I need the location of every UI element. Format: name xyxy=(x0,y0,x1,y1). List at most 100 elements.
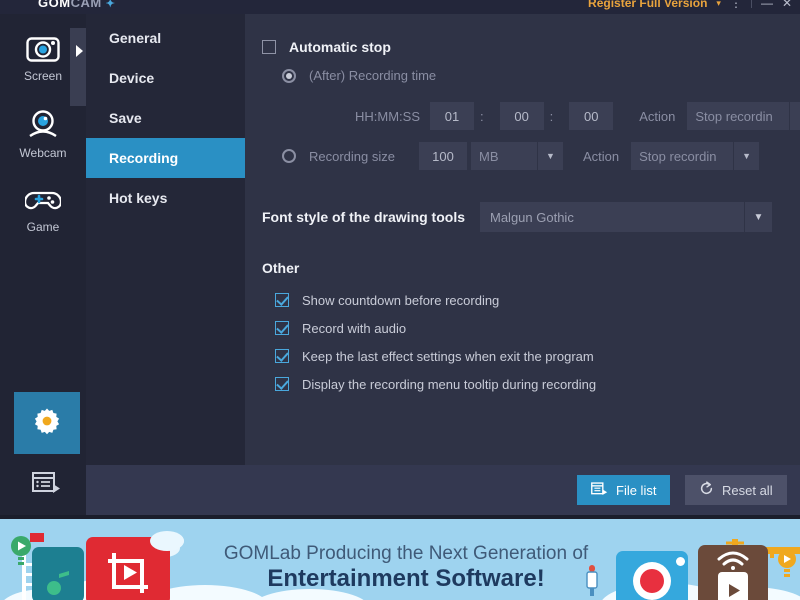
option-label: Show countdown before recording xyxy=(302,292,500,308)
chevron-down-icon: ▼ xyxy=(744,202,772,232)
bottom-action-bar: File list Reset all xyxy=(86,465,800,515)
chevron-down-icon: ▼ xyxy=(789,102,800,130)
register-full-version-link[interactable]: Register Full Version xyxy=(588,0,707,10)
lightbulb-icon xyxy=(776,549,798,584)
sidebar-item-general[interactable]: General xyxy=(86,18,245,58)
option-show-countdown[interactable]: Show countdown before recording xyxy=(275,286,596,314)
panel-collapse-handle[interactable] xyxy=(70,28,86,106)
recording-size-row: Recording size 100 MB ▼ Action Stop reco… xyxy=(282,142,760,170)
divider xyxy=(750,0,752,8)
close-icon[interactable]: ✕ xyxy=(782,0,792,9)
screen-capture-icon xyxy=(26,34,60,65)
option-label: Record with audio xyxy=(302,320,407,336)
time-action-value: Stop recordin xyxy=(687,102,790,130)
font-style-dropdown[interactable]: Malgun Gothic ▼ xyxy=(480,202,772,232)
chevron-down-icon[interactable]: ▾ xyxy=(716,0,721,9)
file-list-button[interactable]: File list xyxy=(577,475,671,505)
record-with-audio-checkbox[interactable] xyxy=(275,321,289,335)
time-separator: : xyxy=(549,108,554,124)
banner-line-2: Entertainment Software! xyxy=(267,564,545,592)
recording-time-fields-row: HH:MM:SS 01 : 00 : 00 Action Stop record… xyxy=(325,102,800,130)
time-action-dropdown[interactable]: Stop recordin ▼ xyxy=(687,102,800,130)
hhmmss-label: HH:MM:SS xyxy=(355,108,420,124)
hours-input[interactable]: 01 xyxy=(430,102,474,130)
reset-all-button[interactable]: Reset all xyxy=(685,475,787,505)
app-logo: GOMCAM ✦ xyxy=(38,0,115,9)
recording-size-label: Recording size xyxy=(309,148,395,164)
logo-gom: GOM xyxy=(38,0,71,10)
size-action-label: Action xyxy=(583,148,620,164)
recording-time-radio-row[interactable]: (After) Recording time xyxy=(282,68,436,83)
promo-banner[interactable]: GOMLab Producing the Next Generation of … xyxy=(0,515,800,600)
option-keep-last-effect[interactable]: Keep the last effect settings when exit … xyxy=(275,342,596,370)
option-display-tooltip[interactable]: Display the recording menu tooltip durin… xyxy=(275,370,596,398)
crop-play-icon xyxy=(102,551,154,600)
sidebar-item-label: General xyxy=(109,30,162,46)
option-label: Display the recording menu tooltip durin… xyxy=(302,376,597,392)
rail-item-webcam[interactable]: Webcam xyxy=(0,96,86,172)
recording-size-unit-value: MB xyxy=(471,142,537,170)
logo-mark-icon: ✦ xyxy=(105,0,116,10)
menu-icon[interactable]: ⋮ xyxy=(730,0,742,9)
mobile-play-icon xyxy=(716,571,750,600)
size-action-dropdown[interactable]: Stop recordin ▼ xyxy=(631,142,760,170)
recording-size-unit-dropdown[interactable]: MB ▼ xyxy=(471,142,563,170)
rail-item-file-list[interactable] xyxy=(14,462,80,508)
gom-cam-window: GOMCAM ✦ Register Full Version ▾ ⋮ — ✕ Sc… xyxy=(0,0,800,600)
size-action-value: Stop recordin xyxy=(631,142,734,170)
sidebar-item-hot-keys[interactable]: Hot keys xyxy=(86,178,245,218)
reset-all-button-label: Reset all xyxy=(722,482,773,498)
file-list-icon xyxy=(32,471,62,500)
option-record-with-audio[interactable]: Record with audio xyxy=(275,314,596,342)
automatic-stop-label: Automatic stop xyxy=(289,39,391,55)
seconds-input[interactable]: 00 xyxy=(569,102,614,130)
banner-line-1: GOMLab Producing the Next Generation of xyxy=(223,543,589,564)
sidebar-item-label: Recording xyxy=(109,150,179,166)
other-section-title: Other xyxy=(262,260,300,276)
sidebar-item-label: Hot keys xyxy=(109,190,168,206)
recording-settings-panel: Automatic stop (After) Recording time HH… xyxy=(245,14,800,465)
cloud-decoration xyxy=(150,531,184,551)
other-options-list: Show countdown before recording Record w… xyxy=(275,286,596,398)
rail-item-game-label: Game xyxy=(26,219,60,234)
logo-cam: CAM xyxy=(70,0,102,10)
recording-size-radio[interactable] xyxy=(282,149,296,163)
sidebar-item-label: Save xyxy=(109,110,142,126)
display-tooltip-checkbox[interactable] xyxy=(275,377,289,391)
automatic-stop-checkbox[interactable] xyxy=(262,40,276,54)
automatic-stop-row[interactable]: Automatic stop xyxy=(262,39,391,55)
chevron-down-icon: ▼ xyxy=(733,142,760,170)
settings-nav: General Device Save Recording Hot keys xyxy=(86,14,245,465)
font-style-label: Font style of the drawing tools xyxy=(262,209,465,225)
minutes-input[interactable]: 00 xyxy=(499,102,544,130)
record-button-icon xyxy=(626,559,678,600)
recording-time-label: (After) Recording time xyxy=(309,68,437,83)
sidebar-item-device[interactable]: Device xyxy=(86,58,245,98)
file-list-button-label: File list xyxy=(616,482,657,498)
chevron-right-icon[interactable] xyxy=(76,45,83,57)
time-separator: : xyxy=(480,108,484,124)
font-style-value: Malgun Gothic xyxy=(480,202,744,232)
rail-item-settings[interactable] xyxy=(14,392,80,454)
lens-dot-icon xyxy=(676,557,685,566)
title-bar-controls: Register Full Version ▾ ⋮ — ✕ xyxy=(588,0,800,10)
recording-time-radio[interactable] xyxy=(282,68,296,83)
title-bar: GOMCAM ✦ Register Full Version ▾ ⋮ — ✕ xyxy=(0,0,800,14)
banner-text: GOMLab Producing the Next Generation of … xyxy=(196,543,616,592)
font-style-row: Font style of the drawing tools Malgun G… xyxy=(262,202,772,232)
keep-last-effect-checkbox[interactable] xyxy=(275,349,289,363)
file-list-icon xyxy=(591,481,608,499)
chevron-down-icon: ▼ xyxy=(537,142,563,170)
option-label: Keep the last effect settings when exit … xyxy=(302,348,594,364)
sidebar-item-recording[interactable]: Recording xyxy=(86,138,245,178)
show-countdown-checkbox[interactable] xyxy=(275,293,289,307)
recording-size-input[interactable]: 100 xyxy=(419,142,467,170)
rail-item-webcam-label: Webcam xyxy=(19,145,67,160)
gear-icon xyxy=(32,406,62,441)
rail-item-game[interactable]: Game xyxy=(0,172,86,248)
music-note-icon xyxy=(44,567,74,600)
sidebar-item-save[interactable]: Save xyxy=(86,98,245,138)
rail-item-screen-label: Screen xyxy=(23,68,63,83)
sidebar-item-label: Device xyxy=(109,70,155,86)
minimize-icon[interactable]: — xyxy=(761,0,773,9)
